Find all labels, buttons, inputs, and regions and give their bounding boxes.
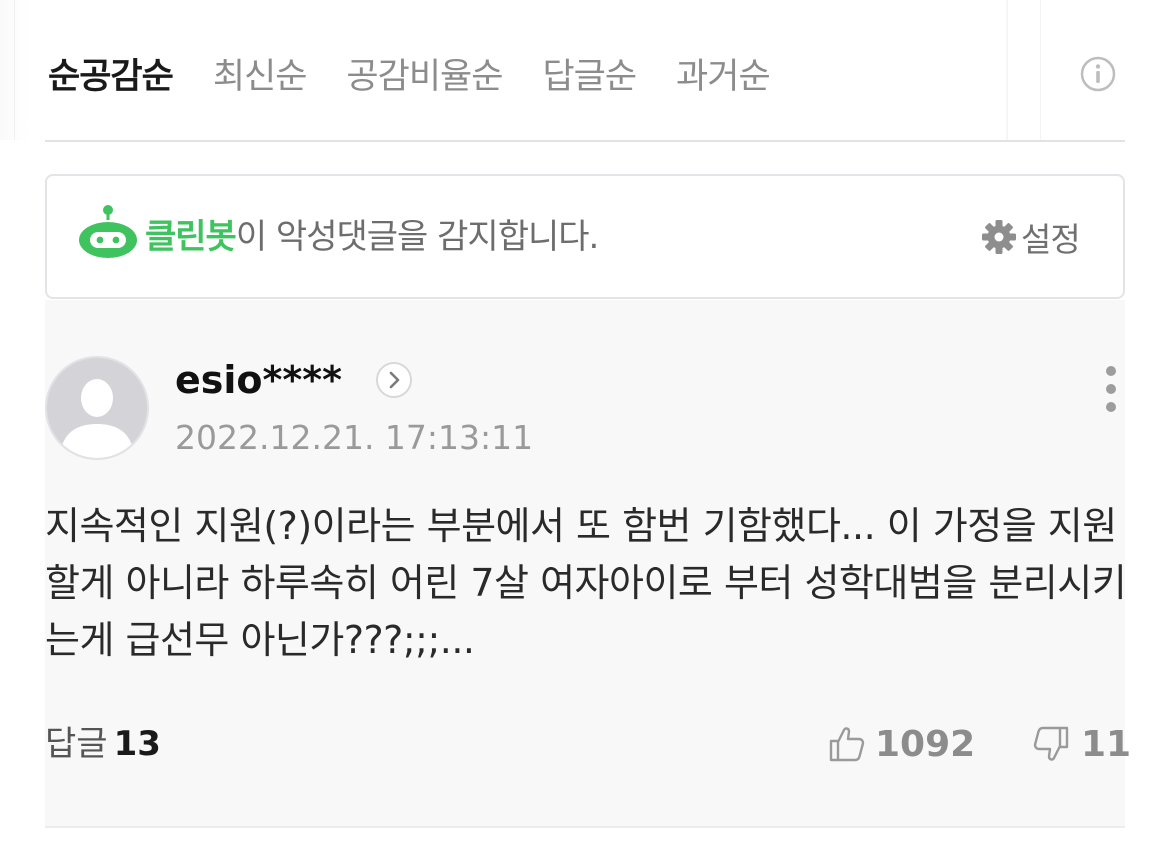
more-dot (1106, 402, 1116, 412)
comment-item: esio**** 2022.12.21. 17:13:11 지속적인 지원(?)… (45, 300, 1131, 826)
comment-body: 지속적인 지원(?)이라는 부분에서 또 함번 기함했다... 이 가정을 지원… (45, 504, 1127, 662)
reply-button[interactable]: 답글 13 (45, 722, 161, 766)
dislike-button[interactable]: 11 (1031, 720, 1131, 768)
sort-divider (45, 140, 1125, 142)
sort-tabs: 순공감순 최신순 공감비율순 답글순 과거순 (48, 52, 810, 102)
more-options-icon[interactable] (1099, 362, 1123, 416)
avatar[interactable] (45, 356, 149, 460)
bottom-divider (45, 826, 1125, 828)
robot-icon (79, 205, 137, 258)
cleanbot-settings-button[interactable]: 설정 (981, 214, 1081, 260)
left-edge-line (14, 0, 15, 140)
sort-tab-likes[interactable]: 순공감순 (48, 52, 174, 102)
gear-icon (982, 220, 1016, 254)
thumbs-down-icon (1033, 726, 1069, 761)
sort-tab-replies[interactable]: 답글순 (542, 52, 637, 102)
cleanbot-message: 클린봇이 악성댓글을 감지합니다. (145, 214, 600, 260)
cleanbot-banner: 클린봇이 악성댓글을 감지합니다. 설정 (45, 174, 1125, 299)
right-edge-line (1006, 0, 1008, 140)
like-count: 1092 (875, 723, 976, 765)
more-dot (1106, 384, 1116, 394)
cleanbot-message-text: 이 악성댓글을 감지합니다. (235, 217, 600, 257)
sort-tab-like-ratio[interactable]: 공감비율순 (346, 52, 503, 102)
comment-timestamp: 2022.12.21. 17:13:11 (175, 418, 534, 457)
reply-count: 13 (113, 724, 161, 764)
settings-label: 설정 (1021, 220, 1081, 259)
like-button[interactable]: 1092 (827, 720, 975, 768)
chevron-right-icon[interactable] (375, 361, 413, 399)
right-edge-line-2 (1040, 0, 1041, 140)
thumbs-up-icon (829, 727, 865, 762)
sort-tab-latest[interactable]: 최신순 (213, 52, 308, 102)
dislike-count: 11 (1081, 723, 1132, 765)
comment-username[interactable]: esio**** (175, 356, 342, 404)
sort-tab-oldest[interactable]: 과거순 (676, 52, 771, 102)
left-edge-shadow (0, 0, 30, 140)
more-dot (1106, 366, 1116, 376)
reply-label: 답글 (45, 724, 108, 764)
cleanbot-name: 클린봇 (145, 217, 237, 257)
info-circle-icon[interactable] (1080, 56, 1116, 92)
